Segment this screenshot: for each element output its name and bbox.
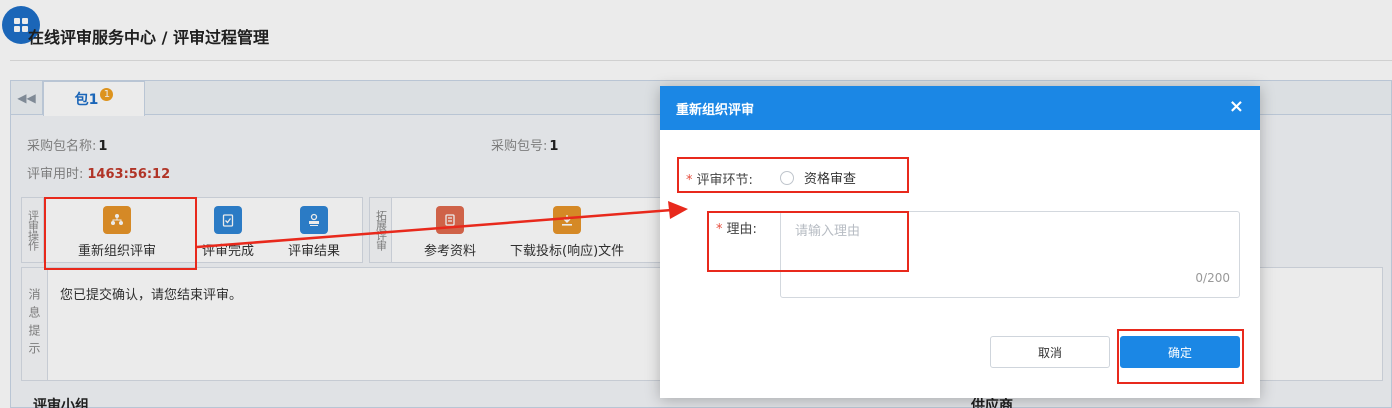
required-marker: * (686, 173, 693, 188)
required-marker: * (716, 222, 723, 237)
dialog-title: 重新组织评审 (676, 102, 755, 118)
radio-circle-icon (780, 170, 794, 185)
reorganize-review-dialog: 重新组织评审 × *评审环节: 资格审查 *理由: 0/200 取消 确定 (660, 86, 1260, 398)
review-stage-label: * 评审环节: (686, 169, 753, 188)
dialog-header: 重新组织评审 × (660, 86, 1260, 130)
review-stage-label-text: 评审环节: (696, 173, 753, 188)
char-counter: 0/200 (1195, 271, 1230, 285)
reason-label-text: 理由: (726, 222, 757, 237)
cancel-button[interactable]: 取消 (990, 336, 1110, 368)
stage-radio-label: 资格审查 (804, 172, 857, 187)
close-icon[interactable]: × (1229, 98, 1244, 116)
confirm-button[interactable]: 确定 (1120, 336, 1240, 368)
reason-label: * 理由: (716, 218, 757, 237)
stage-radio-qualification[interactable]: 资格审查 (780, 168, 856, 187)
reason-textarea[interactable] (780, 211, 1240, 298)
